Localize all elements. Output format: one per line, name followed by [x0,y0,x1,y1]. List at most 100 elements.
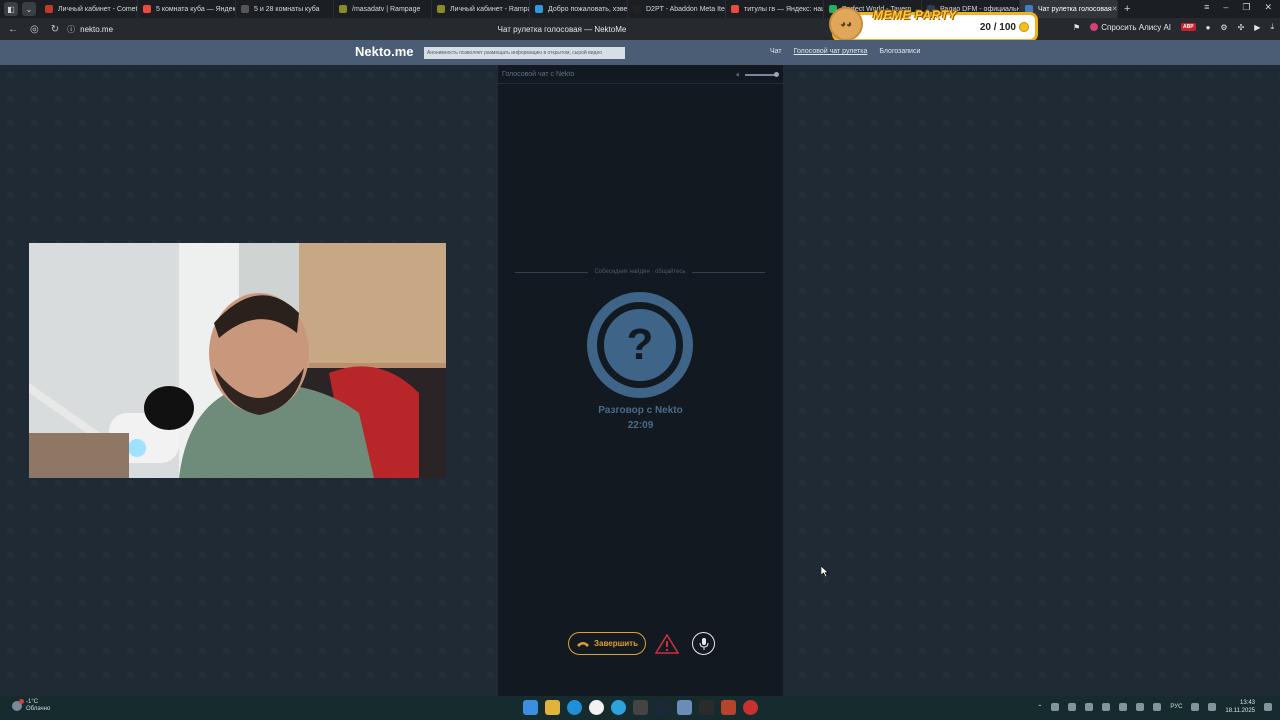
tab-favicon-icon [143,5,151,13]
nav-blog[interactable]: Блогозаписи [879,48,920,55]
tab-label: титулы гв — Яндекс: нашлось [744,5,823,13]
volume-slider[interactable] [745,72,779,77]
weather-icon [12,699,24,711]
volume-control[interactable]: 🔈︎ [736,70,779,80]
partner-found-text: Собеседник найден · общайтесь [594,269,686,275]
game-icon[interactable] [699,700,714,715]
weather-temperature: -1°C [26,699,39,705]
obs-icon[interactable] [743,700,758,715]
weather-condition: Облачно [26,706,51,712]
tray-app-icon[interactable] [1119,703,1128,711]
minimize-button[interactable]: – [1223,2,1228,13]
conversation-title: Разговор с Nekto [598,405,683,416]
file-explorer-icon[interactable] [545,700,560,715]
sidebar-toggle-icon[interactable]: ◧ [4,2,18,16]
close-window-button[interactable]: ✕ [1264,2,1272,13]
weather-widget[interactable]: -1°C Облачно [12,699,50,713]
microphone-icon [699,637,708,650]
tray-app-icon[interactable] [1153,703,1162,711]
restore-button[interactable]: ❐ [1242,2,1250,13]
tab-favicon-icon [45,5,53,13]
tab-label: Добро пожаловать, хэвен [548,5,628,13]
tab-favicon-icon [731,5,739,13]
adblock-icon[interactable]: ABP [1181,23,1196,31]
end-call-label: Завершить [593,639,639,648]
address-bar: ← ◎ ↻ ⓘ nekto.me Чат рулетка голосовая —… [0,18,1280,40]
volume-icon[interactable] [1208,703,1217,711]
nav-voice-chat[interactable]: Голосовой чат рулетка [794,48,868,55]
browser-tab[interactable]: Личный кабинет - Rampage [432,0,530,18]
webcam-video [29,243,446,478]
media-icon[interactable]: ▶ [1254,23,1260,32]
alisa-icon [1090,23,1099,31]
tray-app-icon[interactable] [1068,703,1077,711]
notifications-icon[interactable] [1264,703,1272,711]
yandex-browser-icon[interactable] [589,700,604,715]
app-icon[interactable] [677,700,692,715]
tab-label: D2PT - Abaddon Meta Items [646,5,726,13]
tray-app-icon[interactable] [1136,703,1145,711]
tray-app-icon[interactable] [1051,703,1060,711]
clock[interactable]: 13:43 18.11.2025 [1225,699,1255,715]
report-button[interactable] [654,632,680,655]
browser-tab[interactable]: Добро пожаловать, хэвен [530,0,628,18]
browser-tab-bar: ◧ ⌄ Личный кабинет - Comet 5 комната куба… [0,0,1280,18]
new-tab-button[interactable]: + [1124,3,1130,15]
tab-list-icon[interactable]: ⌄ [22,2,36,16]
download-icon[interactable]: ⤓ [1270,22,1274,32]
partner-avatar: ? [587,292,693,398]
language-indicator[interactable]: РУС [1170,704,1182,710]
edge-icon[interactable] [567,700,582,715]
tab-favicon-icon [339,5,347,13]
browser-tab[interactable]: 5 и 28 комнаты куба [236,0,334,18]
browser-tab[interactable]: Личный кабинет - Comet [40,0,138,18]
clock-date: 18.11.2025 [1225,708,1255,714]
chat-header-title: Голосовой чат с Nekto [502,70,575,78]
tab-label: 5 и 28 комнаты куба [254,5,320,13]
end-call-button[interactable]: Завершить [568,632,646,655]
tab-label: Личный кабинет - Comet [58,5,138,13]
meme-party-score: 20 / 100 [980,22,1029,33]
ask-alisa-label: Спросить Алису AI [1101,22,1172,32]
tray-expand-icon[interactable]: ⌃ [1037,704,1042,711]
start-menu-icon[interactable] [523,700,538,715]
puzzle-icon[interactable]: ✣ [1238,23,1245,32]
telegram-icon[interactable] [611,700,626,715]
tab-favicon-icon [535,5,543,13]
dota-icon[interactable] [721,700,736,715]
tray-app-icon[interactable] [1102,703,1111,711]
tab-label: Личный кабинет - Rampage [450,5,529,13]
close-tab-icon[interactable]: ✕ [1112,5,1117,13]
site-logo[interactable]: Nekto.me [355,44,414,59]
browser-tab[interactable]: 5 комната куба — Яндекс [138,0,236,18]
settings-icon[interactable]: ⚙ [1220,23,1227,32]
question-mark-icon: ? [626,320,654,369]
meme-party-title: MEME PARTY [873,8,957,22]
terminal-icon[interactable] [633,700,648,715]
steam-icon[interactable] [655,700,670,715]
score-value: 20 / 100 [979,21,1016,33]
hangup-icon [576,641,589,647]
nav-chat[interactable]: Чат [770,48,782,55]
coin-icon [1019,22,1029,32]
browser-tab[interactable]: титулы гв — Яндекс: нашлось [726,0,824,18]
browser-tab[interactable]: D2PT - Abaddon Meta Items [628,0,726,18]
conversation-timer: 22:09 [627,420,654,431]
site-header: Nekto.me Анонимность позволяет размещать… [0,40,1280,65]
anonymity-notice: Анонимность позволяет размещать информац… [424,47,625,59]
menu-icon[interactable]: ≡ [1204,2,1209,13]
microphone-button[interactable] [692,632,715,655]
browser-tab[interactable]: /masadatv | Rampage [334,0,432,18]
ask-alisa-button[interactable]: Спросить Алису AI [1090,23,1171,32]
bookmark-icon[interactable]: ⚑ [1073,23,1080,32]
voice-chat-panel: Голосовой чат с Nekto 🔈︎ Собеседник найд… [498,65,783,696]
volume-knob[interactable] [774,72,779,77]
system-tray: ⌃ РУС 13:43 18.11.2025 [1037,699,1272,715]
tray-app-icon[interactable] [1085,703,1094,711]
network-icon[interactable] [1191,703,1200,711]
tab-label: /masadatv | Rampage [352,5,421,13]
clock-time: 13:43 [1239,700,1255,706]
extension-icon[interactable]: ● [1206,23,1211,32]
partner-found-divider: Собеседник найден · общайтесь [515,269,766,275]
tab-label: Чат рулетка голосовая [1038,5,1112,13]
